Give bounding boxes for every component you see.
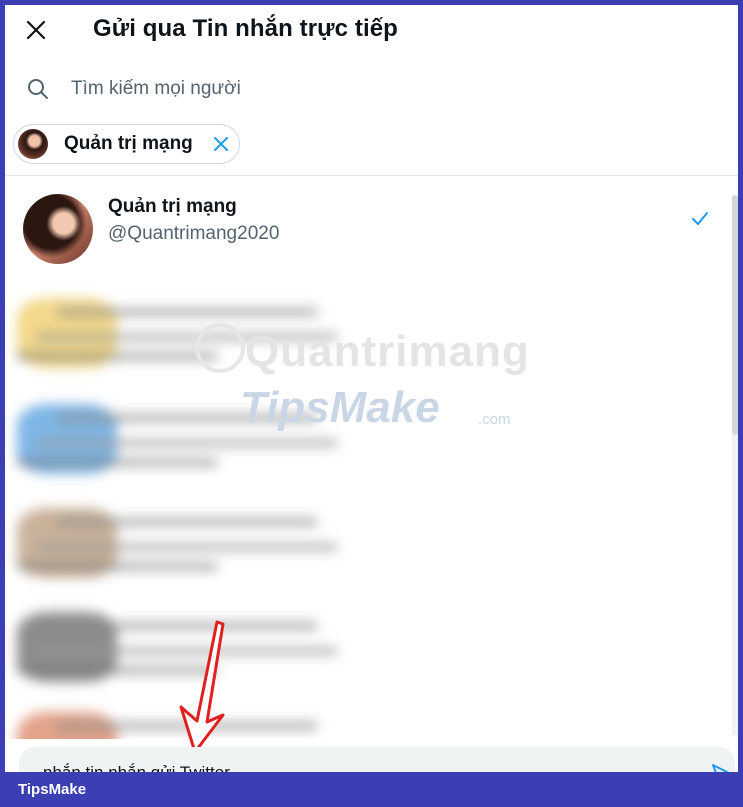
chip-label: Quản trị mạng — [64, 133, 193, 154]
list-item[interactable] — [17, 508, 347, 588]
scrollbar[interactable] — [732, 195, 738, 735]
search-icon — [28, 79, 48, 99]
search-input[interactable] — [71, 75, 671, 103]
send-icon[interactable] — [711, 763, 731, 772]
footer-bar: TipsMake — [0, 772, 743, 807]
search-bar — [5, 67, 738, 111]
close-icon — [213, 137, 228, 151]
message-input[interactable]: nhắn tin nhắn gửi Twitter — [43, 763, 643, 772]
list-item[interactable] — [17, 404, 347, 484]
people-list: Quản trị mạng @Quantrimang2020 — [5, 176, 738, 739]
remove-recipient-button[interactable] — [211, 134, 231, 154]
brand-logo: TipsMake — [18, 781, 87, 798]
close-icon — [26, 20, 46, 40]
dialog-header: Gửi qua Tin nhắn trực tiếp — [5, 5, 738, 55]
close-button[interactable] — [21, 15, 51, 45]
dialog-title: Gửi qua Tin nhắn trực tiếp — [93, 15, 398, 42]
avatar — [18, 129, 48, 159]
avatar — [23, 194, 93, 264]
list-item[interactable] — [17, 298, 347, 378]
message-composer[interactable]: nhắn tin nhắn gửi Twitter — [19, 747, 735, 772]
user-name: Quản trị mạng — [108, 196, 237, 217]
check-icon — [692, 212, 708, 225]
user-handle: @Quantrimang2020 — [108, 223, 280, 244]
red-arrow-annotation — [179, 620, 225, 754]
list-item[interactable]: Quản trị mạng @Quantrimang2020 — [5, 176, 738, 286]
selected-recipient-chip[interactable]: Quản trị mạng — [13, 124, 240, 164]
scrollbar-thumb[interactable] — [732, 195, 738, 435]
dm-share-dialog: Gửi qua Tin nhắn trực tiếp Quản trị mạng… — [5, 5, 738, 772]
